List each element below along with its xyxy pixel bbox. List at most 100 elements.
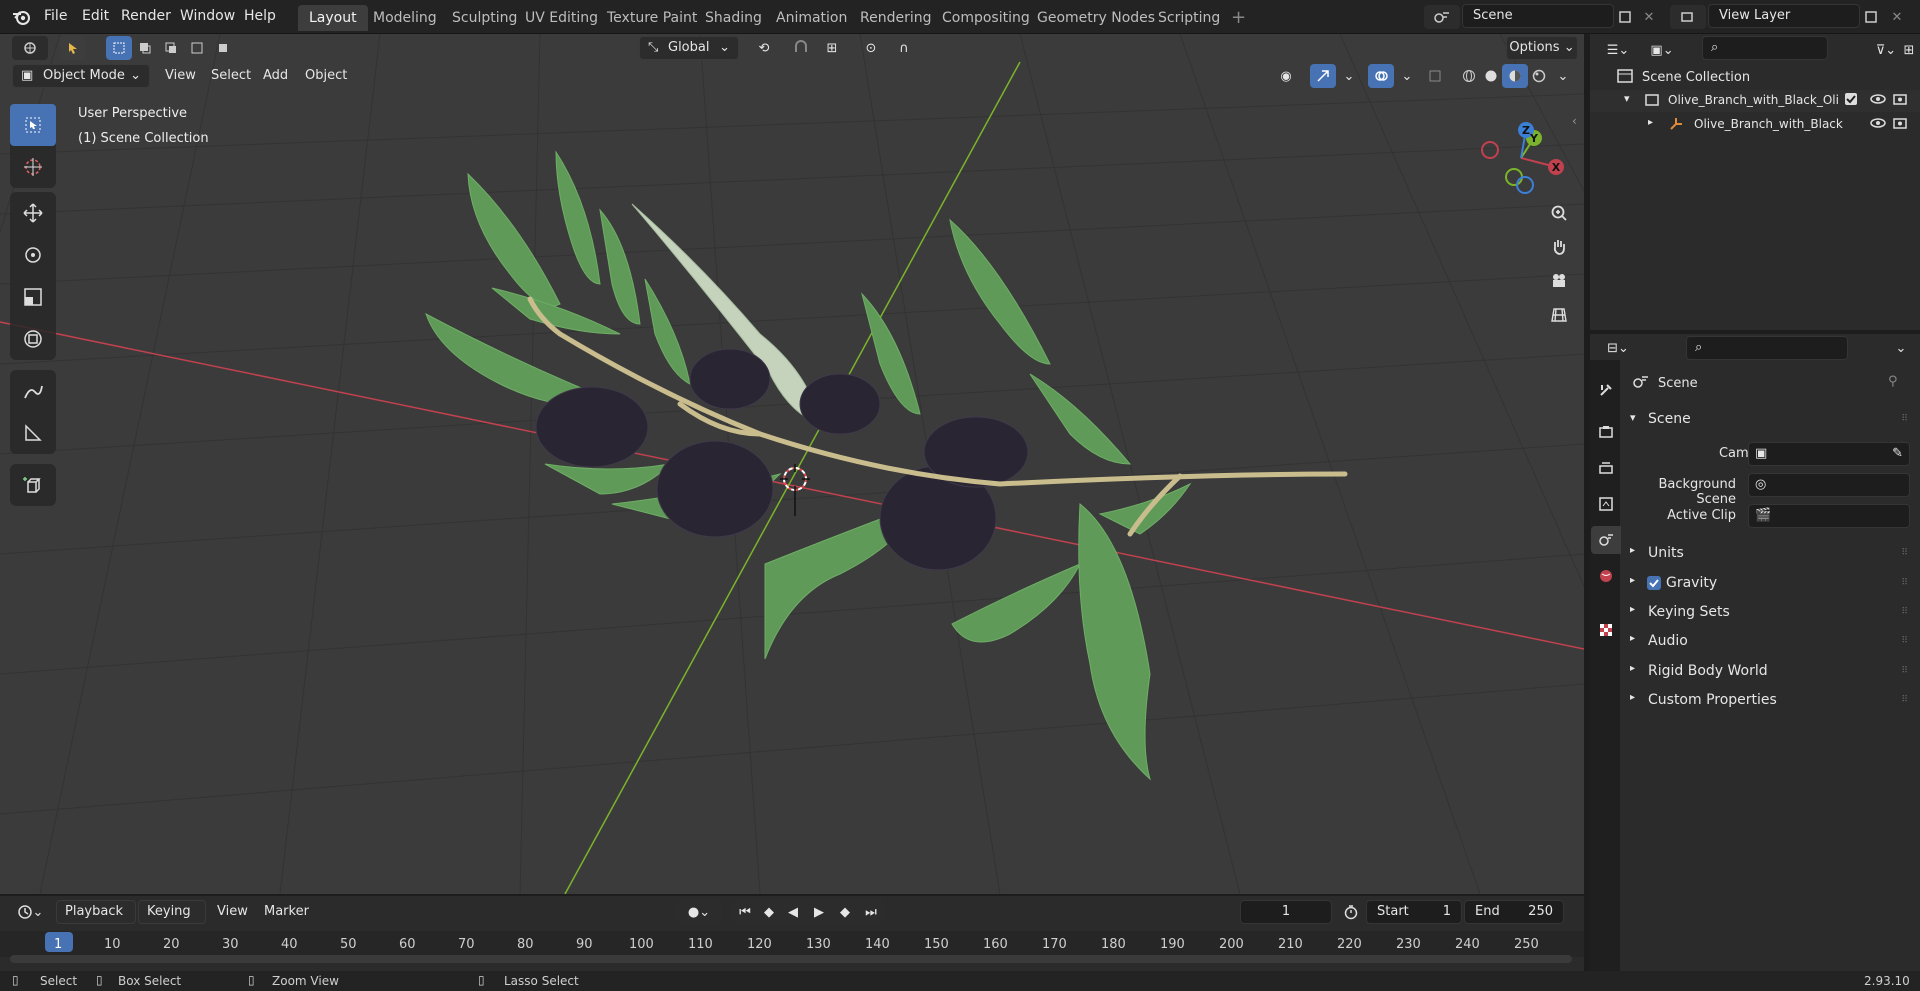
current-frame-field[interactable]: 1 [1240, 900, 1332, 924]
zoom-view-icon[interactable] [1544, 198, 1574, 228]
auto-keying-record-icon[interactable]: ●⌄ [676, 900, 722, 924]
drag-handle-icon[interactable]: ⠿ [1901, 414, 1908, 424]
mouse-left-icon: ▯ [12, 973, 19, 987]
expand-arrow-icon: ▾ [1630, 411, 1636, 424]
outliner-search-input[interactable]: ⌕ [1702, 36, 1828, 60]
expand-arrow-icon[interactable]: ▸ [1648, 117, 1653, 128]
perspective-toggle-icon[interactable] [1544, 300, 1574, 330]
new-view-layer-icon[interactable] [1858, 5, 1884, 29]
sidebar-toggle-icon[interactable]: ‹ [1572, 114, 1577, 128]
view-layer-field[interactable]: View Layer [1708, 4, 1860, 28]
close-scene-icon[interactable]: ✕ [1636, 5, 1662, 29]
expand-arrow-icon[interactable]: ▾ [1624, 92, 1630, 105]
drag-handle-icon[interactable]: ⠿ [1901, 578, 1908, 588]
chevron-down-icon[interactable]: ⌄ [1888, 336, 1914, 360]
visibility-eye-icon[interactable] [1870, 116, 1886, 134]
world-tab-icon[interactable] [1591, 562, 1621, 590]
view-layer-tab-icon[interactable] [1591, 490, 1621, 518]
outliner-root-label[interactable]: Scene Collection [1642, 70, 1750, 85]
menu-file[interactable]: File [44, 8, 67, 24]
exclude-checkbox-icon[interactable] [1844, 92, 1858, 110]
rigid-body-world-panel-header[interactable]: ▸ Rigid Body World ⠿ [1624, 660, 1914, 684]
menu-help[interactable]: Help [244, 8, 276, 24]
properties-editor-type-icon[interactable]: ⊟⌄ [1600, 336, 1636, 360]
tab-animation[interactable]: Animation [765, 5, 858, 31]
timeline-scrollbar[interactable] [10, 955, 1572, 963]
navigation-gizmo[interactable]: X Y Z [1476, 110, 1566, 200]
timeline-view-menu[interactable]: View [217, 904, 248, 919]
jump-to-keyframe-prev-icon[interactable]: ◆ [756, 900, 782, 924]
jump-to-end-icon[interactable]: ⏭ [858, 900, 884, 924]
jump-to-start-icon[interactable]: ⏮ [732, 900, 758, 924]
drag-handle-icon[interactable]: ⠿ [1901, 666, 1908, 676]
scene-panel-header[interactable]: ▾ Scene ⠿ [1624, 408, 1914, 432]
tab-uv-editing[interactable]: UV Editing [514, 5, 609, 31]
view-layer-selector-icon[interactable] [1670, 5, 1706, 29]
output-tab-icon[interactable] [1591, 454, 1621, 482]
active-clip-field[interactable]: 🎬 [1748, 504, 1910, 528]
play-icon[interactable]: ▶ [806, 900, 832, 924]
keying-sets-panel-header[interactable]: ▸ Keying Sets ⠿ [1624, 601, 1914, 625]
tab-modeling[interactable]: Modeling [362, 5, 448, 31]
units-panel-header[interactable]: ▸ Units ⠿ [1624, 542, 1914, 566]
search-icon: ⌕ [1711, 40, 1719, 55]
custom-properties-panel-header[interactable]: ▸ Custom Properties ⠿ [1624, 689, 1914, 713]
render-camera-icon[interactable] [1892, 92, 1908, 110]
drag-handle-icon[interactable]: ⠿ [1901, 607, 1908, 617]
start-frame-field[interactable]: Start 1 [1366, 900, 1462, 924]
marker-menu[interactable]: Marker [264, 904, 309, 919]
expand-arrow-icon: ▸ [1630, 545, 1636, 556]
add-workspace-icon[interactable]: + [1220, 5, 1257, 31]
ruler-label: 10 [104, 937, 121, 952]
display-mode-icon[interactable]: ▣⌄ [1644, 38, 1680, 62]
render-tab-icon[interactable] [1591, 418, 1621, 446]
playback-menu[interactable]: Playback ⌄ [56, 900, 136, 941]
new-scene-icon[interactable] [1612, 5, 1638, 29]
tab-geometry-nodes[interactable]: Geometry Nodes [1026, 5, 1166, 31]
tab-compositing[interactable]: Compositing [931, 5, 1041, 31]
tab-rendering[interactable]: Rendering [849, 5, 943, 31]
visibility-eye-icon[interactable] [1870, 92, 1886, 110]
new-collection-icon[interactable]: ⊞ [1896, 38, 1920, 62]
menu-window[interactable]: Window [180, 8, 235, 24]
3d-viewport[interactable]: Global ⌄ ⤡ ⟲ ⊞ ⊙ ∩ Options ⌄ ▣ Object Mo… [0, 34, 1584, 894]
texture-tab-icon[interactable] [1591, 616, 1621, 644]
drag-handle-icon[interactable]: ⠿ [1901, 548, 1908, 558]
menu-render[interactable]: Render [121, 8, 171, 24]
menu-edit[interactable]: Edit [82, 8, 109, 24]
play-reverse-icon[interactable]: ◀ [780, 900, 806, 924]
tool-tab-icon[interactable] [1591, 376, 1621, 404]
drag-handle-icon[interactable]: ⠿ [1901, 695, 1908, 705]
ruler-label: 190 [1160, 937, 1185, 952]
tab-shading[interactable]: Shading [694, 5, 773, 31]
pan-view-icon[interactable] [1544, 232, 1574, 262]
eyedropper-icon[interactable]: ✎ [1892, 443, 1903, 465]
outliner-editor-type-icon[interactable]: ☰⌄ [1600, 38, 1636, 62]
outliner-row-collection[interactable]: ▾ Olive_Branch_with_Black_Oli [1590, 90, 1920, 112]
blender-logo-icon[interactable] [12, 8, 32, 26]
render-camera-icon[interactable] [1892, 116, 1908, 134]
gravity-panel-header[interactable]: ▸ Gravity ⠿ [1624, 572, 1914, 596]
properties-search-input[interactable]: ⌕ [1686, 336, 1848, 360]
scene-selector-icon[interactable] [1424, 5, 1460, 29]
keying-menu[interactable]: Keying ⌄ [138, 900, 206, 941]
tab-texture-paint[interactable]: Texture Paint [596, 5, 708, 31]
drag-handle-icon[interactable]: ⠿ [1901, 636, 1908, 646]
jump-to-keyframe-next-icon[interactable]: ◆ [832, 900, 858, 924]
gravity-checkbox[interactable] [1646, 575, 1662, 595]
audio-panel-header[interactable]: ▸ Audio ⠿ [1624, 630, 1914, 654]
background-scene-field[interactable]: ◎ [1748, 473, 1910, 497]
use-preview-range-icon[interactable] [1338, 900, 1364, 924]
timeline-editor-type-icon[interactable]: ⌄ [12, 900, 48, 924]
tab-layout[interactable]: Layout [298, 5, 368, 31]
scene-tab-icon[interactable] [1591, 526, 1621, 554]
outliner-row-object[interactable]: ▸ Olive_Branch_with_Black [1590, 114, 1920, 136]
scene-name-field[interactable]: Scene [1462, 4, 1614, 28]
close-view-layer-icon[interactable]: ✕ [1884, 5, 1910, 29]
end-frame-field[interactable]: End 250 [1464, 900, 1564, 924]
camera-view-icon[interactable] [1544, 266, 1574, 296]
tab-scripting[interactable]: Scripting [1147, 5, 1231, 31]
status-zoom-view: Zoom View [272, 974, 339, 988]
camera-field[interactable]: ▣ ✎ [1748, 442, 1910, 466]
pin-icon[interactable]: ⚲ [1888, 374, 1898, 389]
